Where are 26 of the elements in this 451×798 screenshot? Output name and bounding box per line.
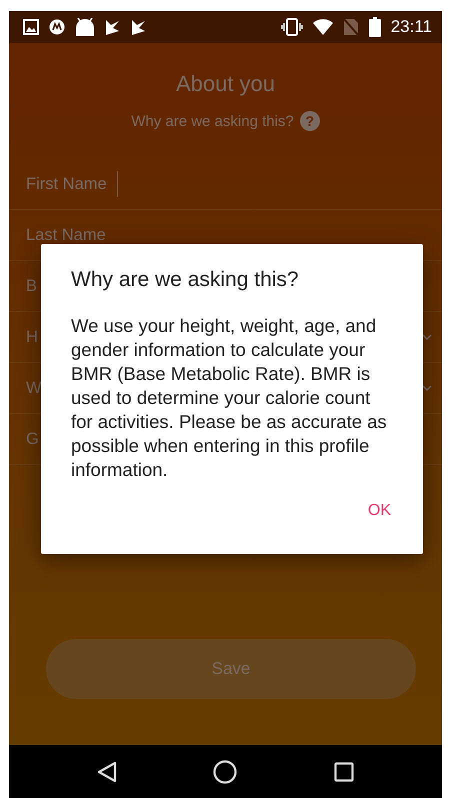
dialog-message: We use your height, weight, age, and gender information to calculate your BMR (Base Metabolic Rate). BMR is used to determine your calorie count for activities. Please be as accurate as possible when entering in this profile information. xyxy=(71,314,387,482)
vibrate-icon xyxy=(280,18,303,36)
page-title: About you xyxy=(174,71,276,97)
no-sim-icon xyxy=(342,18,359,36)
chevron-down-icon xyxy=(422,384,432,392)
image-icon xyxy=(23,19,39,35)
battery-icon xyxy=(368,17,381,37)
form-field[interactable]: First Name xyxy=(9,159,442,210)
wifi-icon xyxy=(312,19,333,35)
field-label: H xyxy=(26,328,38,346)
circle-logo-icon xyxy=(49,19,65,35)
help-link[interactable]: Why are we asking this? xyxy=(131,112,294,130)
ok-button[interactable]: OK xyxy=(358,496,401,526)
help-icon[interactable]: ? xyxy=(300,111,320,131)
chevron-down-icon xyxy=(422,334,432,340)
field-label: B xyxy=(26,276,38,296)
dialog-title: Why are we asking this? xyxy=(71,268,300,292)
status-time: 23:11 xyxy=(390,17,432,37)
home-icon[interactable] xyxy=(213,760,238,784)
back-icon[interactable] xyxy=(97,760,118,782)
android-icon xyxy=(75,18,95,36)
field-label: G xyxy=(26,430,39,448)
field-label: Last Name xyxy=(26,226,106,244)
recents-icon[interactable] xyxy=(334,762,354,782)
field-label: W xyxy=(26,378,42,398)
field-label: First Name xyxy=(26,174,107,194)
